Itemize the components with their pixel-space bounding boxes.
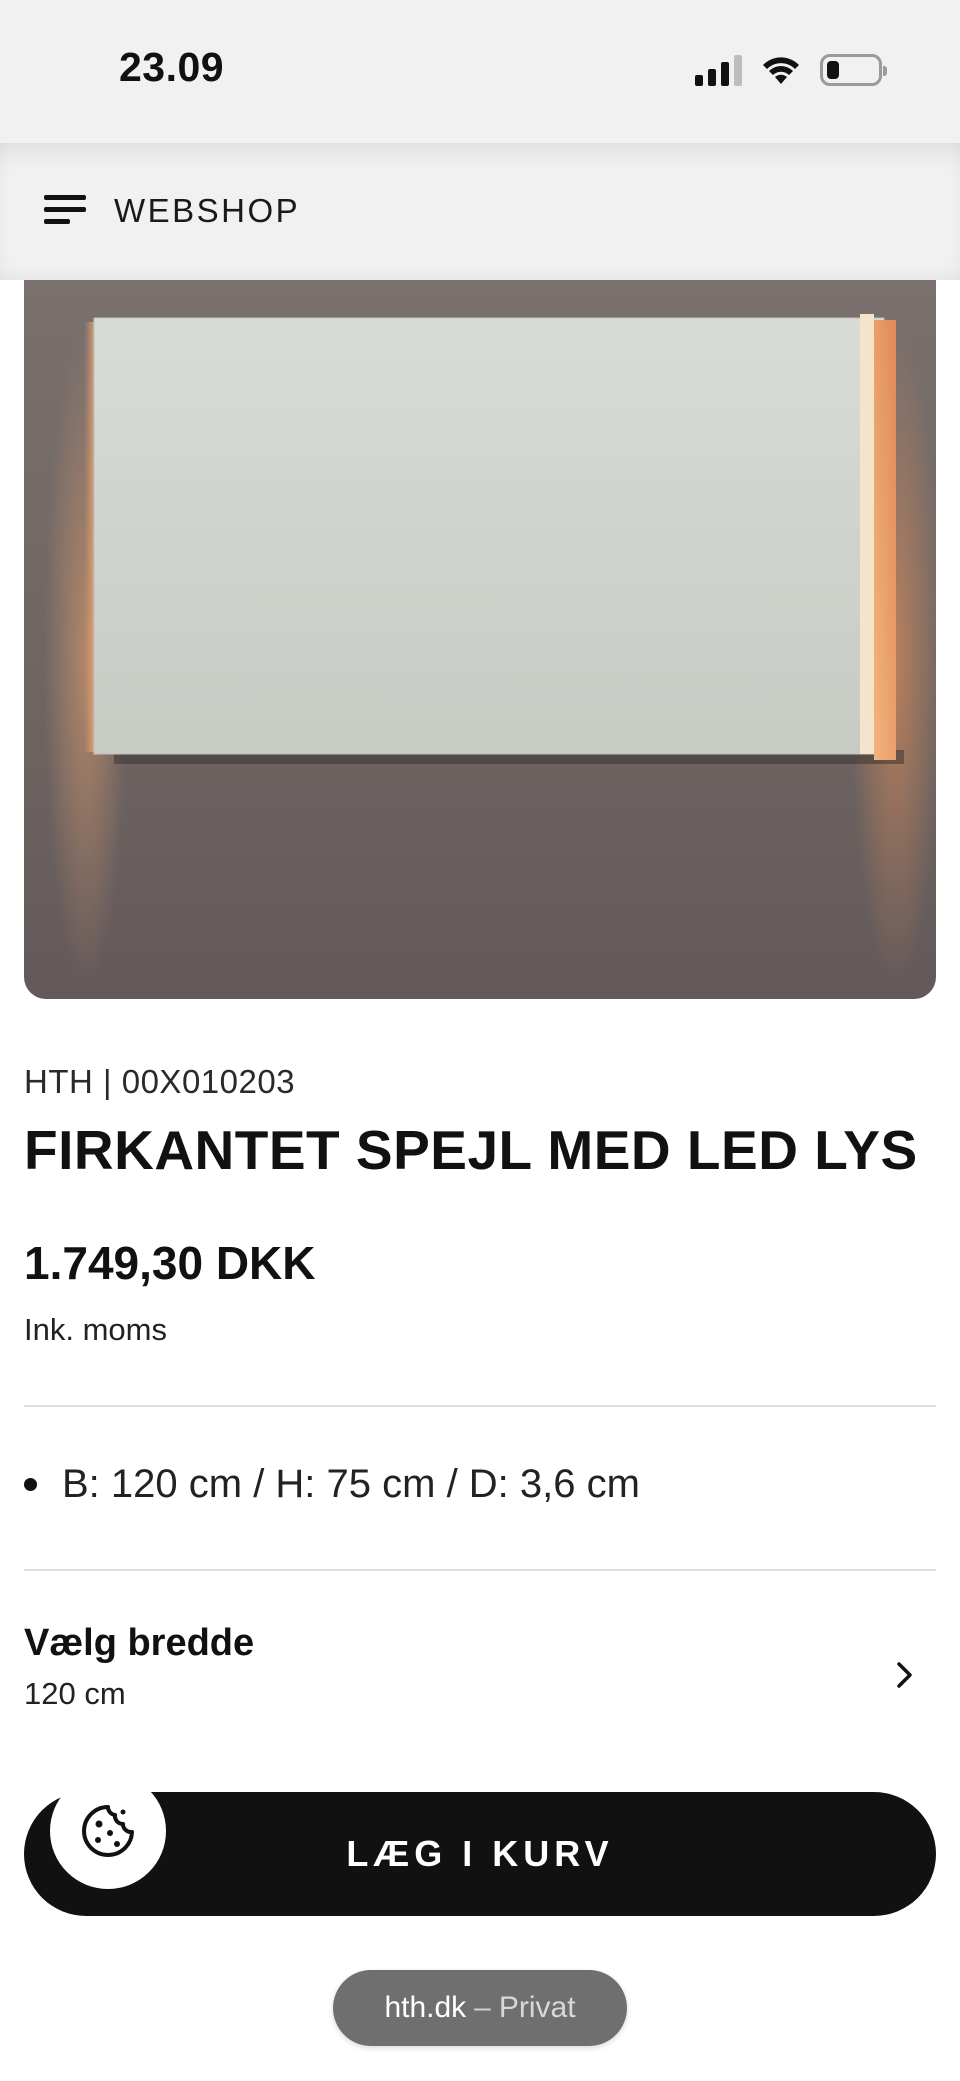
status-icons	[695, 50, 887, 90]
battery-icon	[820, 54, 887, 86]
divider	[24, 1405, 936, 1407]
cookie-icon	[82, 1805, 134, 1857]
width-selector-value: 120 cm	[24, 1676, 126, 1711]
status-bar: 23.09	[0, 0, 960, 143]
divider	[24, 1569, 936, 1571]
browsing-mode: Privat	[498, 1991, 576, 2024]
cellular-signal-icon	[695, 54, 742, 86]
product-title: FIRKANTET SPEJL MED LED LYS	[24, 1119, 918, 1181]
top-nav: WEBSHOP	[0, 143, 960, 280]
hamburger-menu-icon[interactable]	[40, 187, 90, 231]
product-price: 1.749,30 DKK	[24, 1237, 316, 1289]
nav-title[interactable]: WEBSHOP	[114, 192, 300, 230]
product-sku: HTH | 00X010203	[24, 1063, 296, 1100]
product-image[interactable]	[24, 280, 936, 999]
width-selector-label: Vælg bredde	[24, 1622, 255, 1664]
bullet-icon	[24, 1478, 37, 1491]
status-time: 23.09	[119, 44, 225, 90]
vat-note: Ink. moms	[24, 1312, 167, 1347]
spec-dimensions: B: 120 cm / H: 75 cm / D: 3,6 cm	[62, 1462, 640, 1506]
cookie-settings-button[interactable]	[50, 1773, 166, 1889]
url-separator: –	[474, 1991, 491, 2024]
browser-address-bar[interactable]: hth.dk – Privat	[333, 1970, 627, 2046]
wifi-icon	[763, 57, 799, 84]
chevron-right-icon	[897, 1662, 912, 1688]
width-selector[interactable]: Vælg bredde 120 cm	[24, 1610, 936, 1720]
spec-list-item: B: 120 cm / H: 75 cm / D: 3,6 cm	[24, 1462, 640, 1507]
url-domain: hth.dk	[384, 1991, 467, 2024]
